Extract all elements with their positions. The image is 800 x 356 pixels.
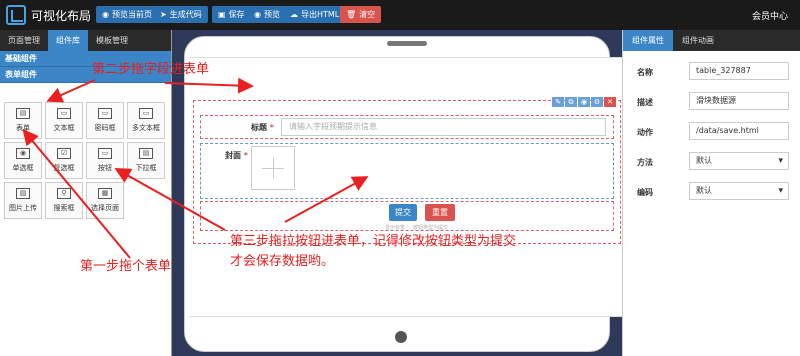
tablet-speaker	[387, 41, 427, 46]
prop-encoding-label: 编码	[637, 188, 653, 197]
component-label: 选择页面	[91, 204, 119, 212]
password-icon: ▭	[98, 108, 112, 119]
prop-method-label: 方法	[637, 158, 653, 167]
generate-code-button[interactable]: ➤ 生成代码	[154, 6, 208, 23]
tab-template-management[interactable]: 模板管理	[88, 30, 136, 51]
component-label: 复选框	[53, 164, 75, 172]
component-label: 密码框	[94, 124, 116, 132]
right-panel: 组件属性 组件动画 名称 table_327887 描述 滑块数据源 动作 /d…	[622, 30, 800, 356]
left-tabs: 页面管理 组件库 模板管理	[0, 30, 171, 51]
textbox-icon: ▭	[57, 108, 71, 119]
button-icon: ▭	[98, 148, 112, 159]
component-9[interactable]: ⚲ 搜索框	[45, 182, 83, 219]
left-panel: 页面管理 组件库 模板管理 基础组件 表单组件 ▤ 表单 ▭ 文本框 ▭ 密码框 ▭ 多文本框…	[0, 30, 172, 356]
component-6[interactable]: ▭ 按钮	[86, 142, 124, 179]
preview-current-page-button[interactable]: ◉ 预览当前页	[96, 6, 158, 23]
tab-component-library[interactable]: 组件库	[48, 30, 88, 51]
top-bar: 可视化布局 ◉ 预览当前页 ➤ 生成代码 ▣ 保存 ◉ 预览 ☁ 导出HTML 🗑 清空 会…	[0, 0, 800, 30]
tablet-home-button	[395, 331, 407, 343]
button-row[interactable]: 提交 重置 显示标签 按钮类型为提交	[200, 201, 614, 231]
annotation-step3-line1: 第三步拖拉按钮进表单，记得修改按钮类型为提交	[230, 234, 517, 249]
component-7[interactable]: ▤ 下拉框	[127, 142, 165, 179]
component-3[interactable]: ▭ 多文本框	[127, 102, 165, 139]
annotation-step3-line2: 才会保存数据哟。	[230, 254, 335, 269]
tab-component-animation[interactable]: 组件动画	[673, 30, 723, 51]
form-container[interactable]: ✎ ⧉ ◉ ⚙ ✕ 标题 * 请输入字段预期提示信息 封面 * 提交 重置 显示…	[193, 97, 621, 244]
member-center-link[interactable]: 会员中心	[752, 9, 788, 22]
component-10[interactable]: ▦ 选择页面	[86, 182, 124, 219]
tab-component-properties[interactable]: 组件属性	[623, 30, 673, 51]
page-select-icon: ▦	[98, 188, 112, 199]
save-icon: ▣	[218, 10, 226, 19]
component-label: 按钮	[98, 164, 112, 172]
component-label: 单选框	[12, 164, 34, 172]
tablet-frame: ✎ ⧉ ◉ ⚙ ✕ 标题 * 请输入字段预期提示信息 封面 * 提交 重置 显示…	[184, 36, 624, 352]
app-logo: 可视化布局	[6, 5, 91, 25]
annotation-step1: 第一步拖个表单	[80, 259, 172, 274]
close-icon[interactable]: ✕	[604, 97, 616, 107]
component-8[interactable]: ▨ 图片上传	[4, 182, 42, 219]
cover-field-row[interactable]: 封面 *	[200, 143, 614, 199]
right-tabs: 组件属性 组件动画	[623, 30, 800, 51]
prop-action-label: 动作	[637, 128, 653, 137]
tablet-screen: ✎ ⧉ ◉ ⚙ ✕ 标题 * 请输入字段预期提示信息 封面 * 提交 重置 显示…	[190, 57, 624, 317]
component-0[interactable]: ▤ 表单	[4, 102, 42, 139]
search-icon: ⚲	[57, 188, 71, 199]
component-label: 多文本框	[132, 124, 160, 132]
component-2[interactable]: ▭ 密码框	[86, 102, 124, 139]
title-field-row[interactable]: 标题 * 请输入字段预期提示信息	[200, 115, 614, 139]
canvas-area: ✎ ⧉ ◉ ⚙ ✕ 标题 * 请输入字段预期提示信息 封面 * 提交 重置 显示…	[172, 30, 624, 356]
cover-label: 封面 *	[225, 151, 248, 160]
image-upload-icon: ▨	[16, 188, 30, 199]
form-toolbar: ✎ ⧉ ◉ ⚙ ✕	[551, 97, 616, 107]
component-label: 搜索框	[53, 204, 75, 212]
component-5[interactable]: ☑ 复选框	[45, 142, 83, 179]
edit-icon[interactable]: ✎	[552, 97, 564, 107]
prop-name-label: 名称	[637, 68, 653, 77]
radio-icon: ◉	[16, 148, 30, 159]
checkbox-icon: ☑	[57, 148, 71, 159]
title-input[interactable]: 请输入字段预期提示信息	[281, 118, 606, 136]
view-icon[interactable]: ◉	[578, 97, 590, 107]
component-label: 下拉框	[135, 164, 157, 172]
form-icon: ▤	[16, 108, 30, 119]
dropdown-icon: ▤	[139, 148, 153, 159]
component-label: 表单	[16, 124, 30, 132]
cover-upload-box[interactable]	[251, 146, 295, 190]
export-html-button[interactable]: ☁ 导出HTML	[284, 6, 346, 23]
submit-button[interactable]: 提交	[389, 204, 417, 221]
send-icon: ➤	[160, 10, 167, 19]
clear-button[interactable]: 🗑 清空	[340, 6, 382, 23]
textarea-icon: ▭	[139, 108, 153, 119]
eye-icon: ◉	[102, 10, 109, 19]
prop-name-input[interactable]: table_327887	[689, 62, 789, 80]
settings-icon[interactable]: ⚙	[591, 97, 603, 107]
prop-encoding-select[interactable]: 默认	[689, 182, 789, 200]
component-1[interactable]: ▭ 文本框	[45, 102, 83, 139]
prop-description-label: 描述	[637, 98, 653, 107]
preview-button[interactable]: ◉ 预览	[248, 6, 286, 23]
cloud-download-icon: ☁	[290, 10, 298, 19]
prop-method-select[interactable]: 默认	[689, 152, 789, 170]
trash-icon: 🗑	[346, 10, 357, 19]
reset-button[interactable]: 重置	[425, 204, 455, 221]
title-label: 标题 *	[251, 123, 274, 132]
component-label: 文本框	[53, 124, 75, 132]
copy-icon[interactable]: ⧉	[565, 97, 577, 107]
eye-icon: ◉	[254, 10, 261, 19]
save-button[interactable]: ▣ 保存	[212, 6, 251, 23]
component-4[interactable]: ◉ 单选框	[4, 142, 42, 179]
prop-action-input[interactable]: /data/save.html	[689, 122, 789, 140]
component-label: 图片上传	[9, 204, 37, 212]
component-grid: ▤ 表单 ▭ 文本框 ▭ 密码框 ▭ 多文本框 ◉ 单选框 ☑ 复选框 ▭ 按钮 ▤ 下拉框 ▨ 图片上传 ⚲ 搜索框…	[4, 102, 168, 219]
annotation-step2: 第二步拖字段进表单	[92, 62, 210, 77]
prop-description-input[interactable]: 滑块数据源	[689, 92, 789, 110]
app-title: 可视化布局	[31, 8, 92, 23]
tab-page-management[interactable]: 页面管理	[0, 30, 48, 51]
logo-icon	[6, 5, 26, 25]
